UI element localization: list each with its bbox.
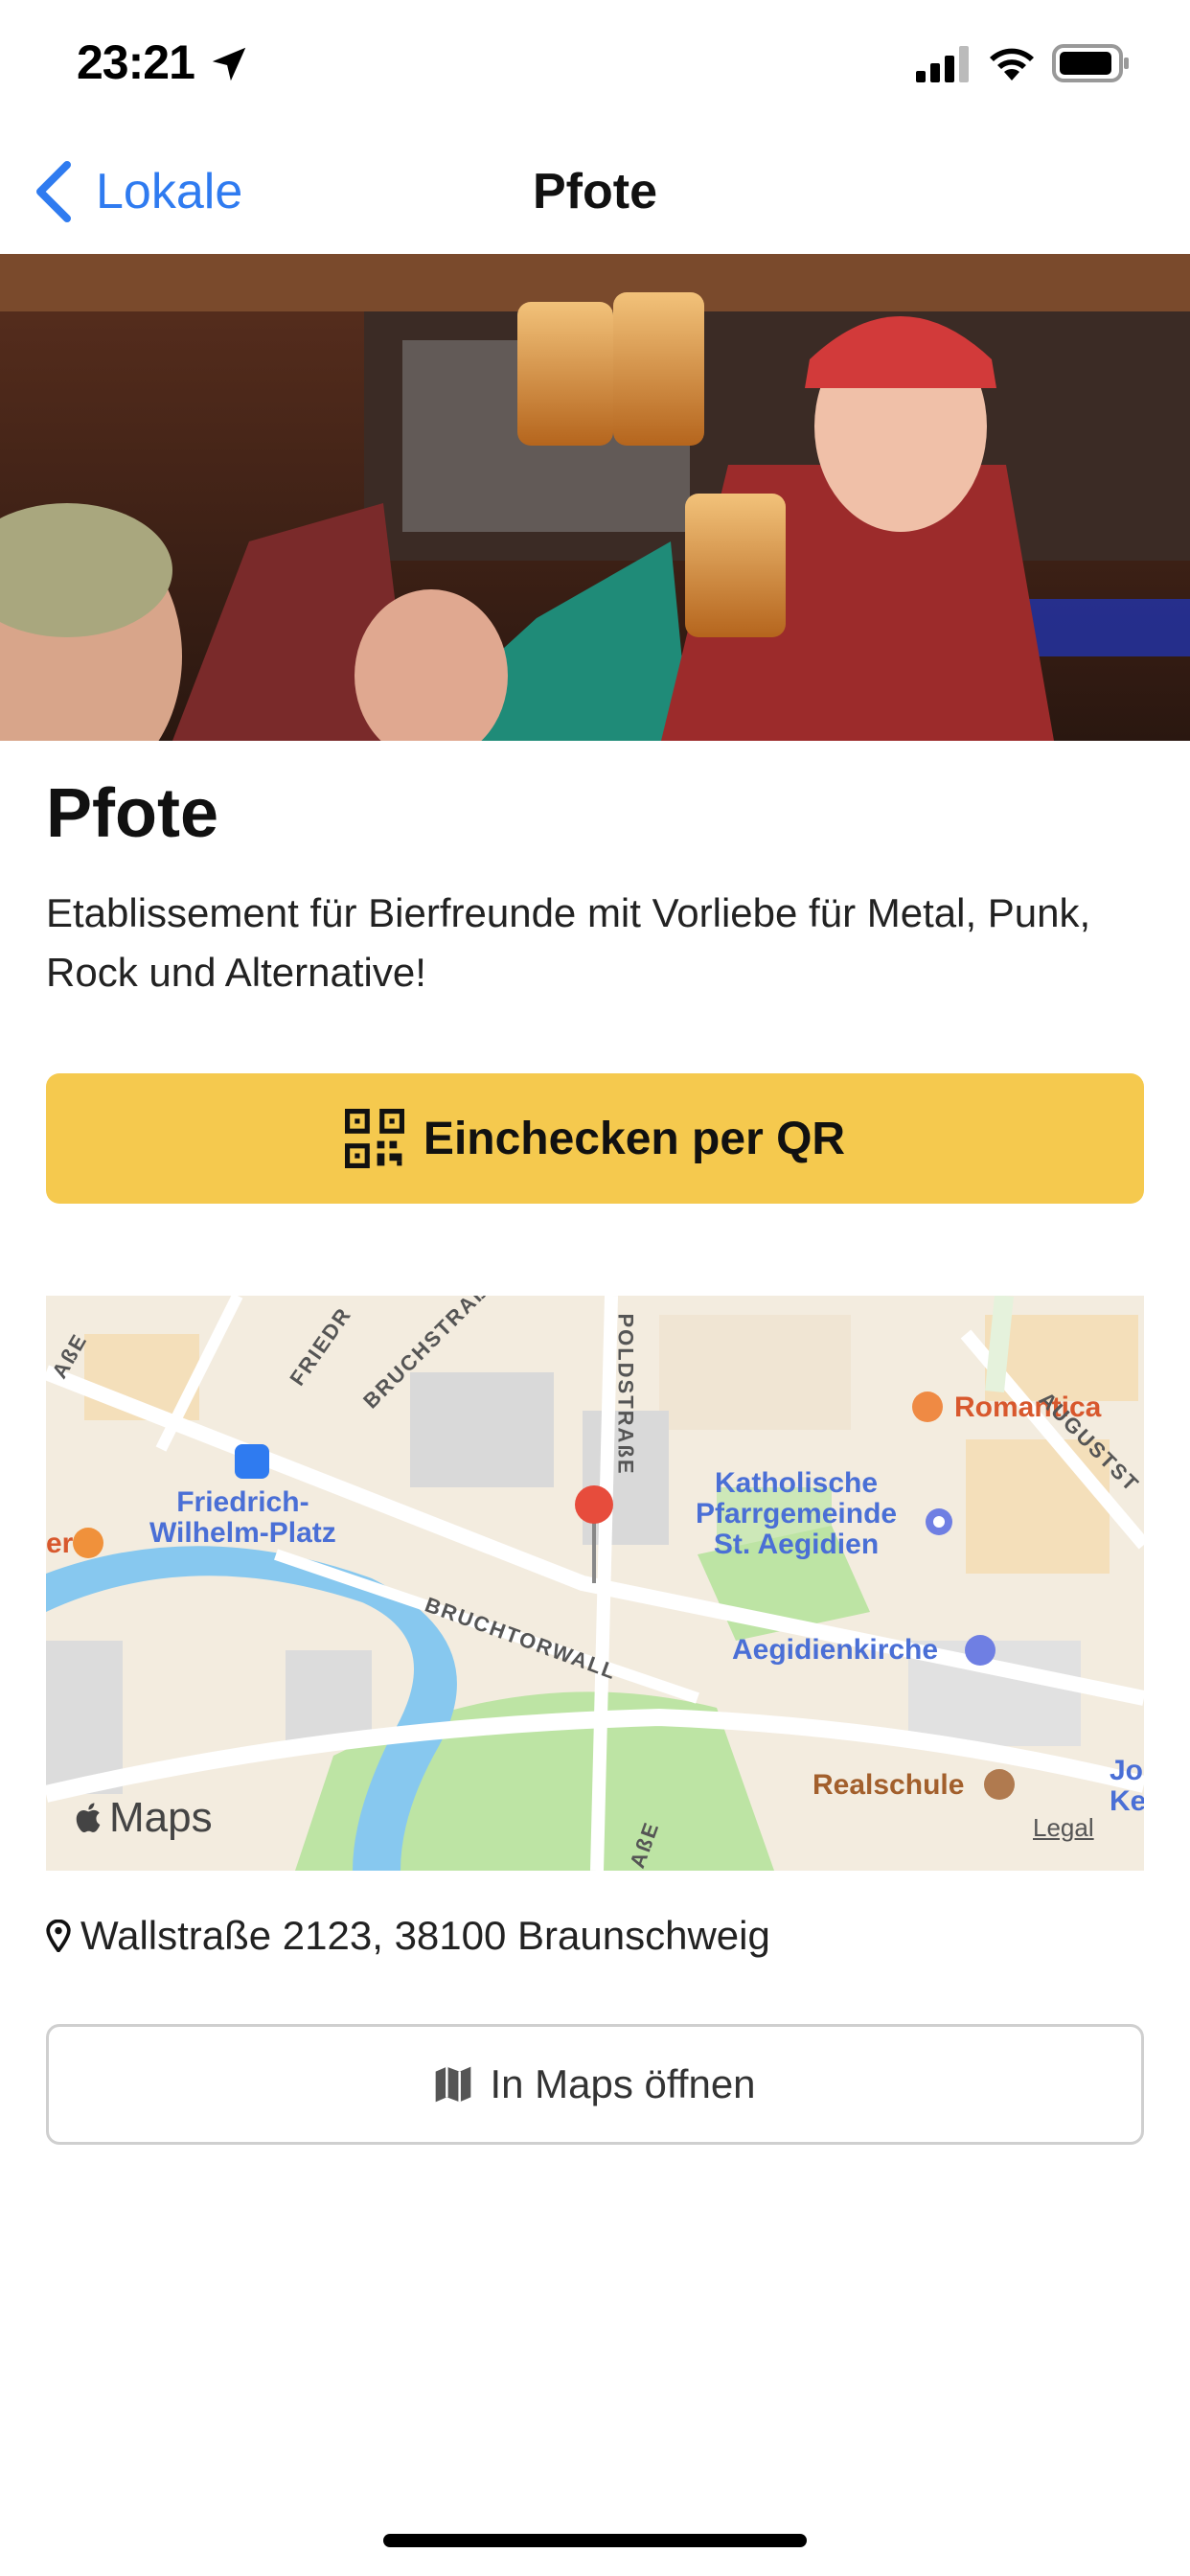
checkin-label: Einchecken per QR bbox=[423, 1113, 846, 1164]
location-pin-icon bbox=[46, 1920, 71, 1952]
apple-logo-icon bbox=[76, 1803, 101, 1833]
navigation-bar: Lokale Pfote bbox=[0, 129, 1190, 254]
address-text: Wallstraße 2123, 38100 Braunschweig bbox=[80, 1913, 770, 1958]
map-icon bbox=[436, 2066, 471, 2103]
open-in-maps-button[interactable]: In Maps öffnen bbox=[46, 2024, 1144, 2145]
venue-name: Pfote bbox=[46, 775, 218, 852]
map-label-er: er bbox=[46, 1528, 74, 1559]
map-pin-icon bbox=[575, 1485, 613, 1524]
venue-hero-image bbox=[0, 254, 1190, 741]
status-bar: 23:21 bbox=[0, 0, 1190, 129]
open-in-maps-label: In Maps öffnen bbox=[490, 2061, 756, 2106]
map-canvas bbox=[46, 1296, 1144, 1871]
battery-icon bbox=[1052, 44, 1129, 82]
map-label-poldstrasse: POLDSTRAßE bbox=[613, 1313, 638, 1476]
maps-brand-label: Maps bbox=[109, 1794, 213, 1841]
maps-logo: Maps bbox=[75, 1794, 213, 1842]
location-arrow-icon bbox=[212, 47, 246, 81]
nav-title: Pfote bbox=[533, 164, 657, 219]
location-map[interactable]: Friedrich- Wilhelm-Platz Katholische Pfa… bbox=[46, 1296, 1144, 1871]
map-label-realschule: Realschule bbox=[812, 1769, 965, 1801]
app-screen: 23:21 Lokale Pfote Pfote Etablissement f… bbox=[0, 0, 1190, 2576]
status-time: 23:21 bbox=[77, 35, 195, 89]
home-indicator bbox=[383, 2534, 807, 2547]
address-row: Wallstraße 2123, 38100 Braunschweig bbox=[46, 1907, 770, 1965]
qr-code-icon bbox=[344, 1109, 404, 1168]
venue-description: Etablissement für Bierfreunde mit Vorlie… bbox=[46, 890, 1091, 995]
cellular-signal-icon bbox=[916, 46, 969, 82]
map-label-katholische: Katholische Pfarrgemeinde St. Aegidien bbox=[696, 1467, 898, 1560]
wifi-icon bbox=[990, 48, 1034, 80]
checkin-qr-button[interactable]: Einchecken per QR bbox=[46, 1073, 1144, 1204]
map-label-aegidienkirche: Aegidienkirche bbox=[732, 1634, 939, 1666]
map-label-jo-kenn: Jo Kenn bbox=[1110, 1755, 1144, 1817]
map-label-friedrich-wilhelm-platz: Friedrich- Wilhelm-Platz bbox=[149, 1486, 336, 1549]
map-legal-link[interactable]: Legal bbox=[1033, 1813, 1094, 1843]
